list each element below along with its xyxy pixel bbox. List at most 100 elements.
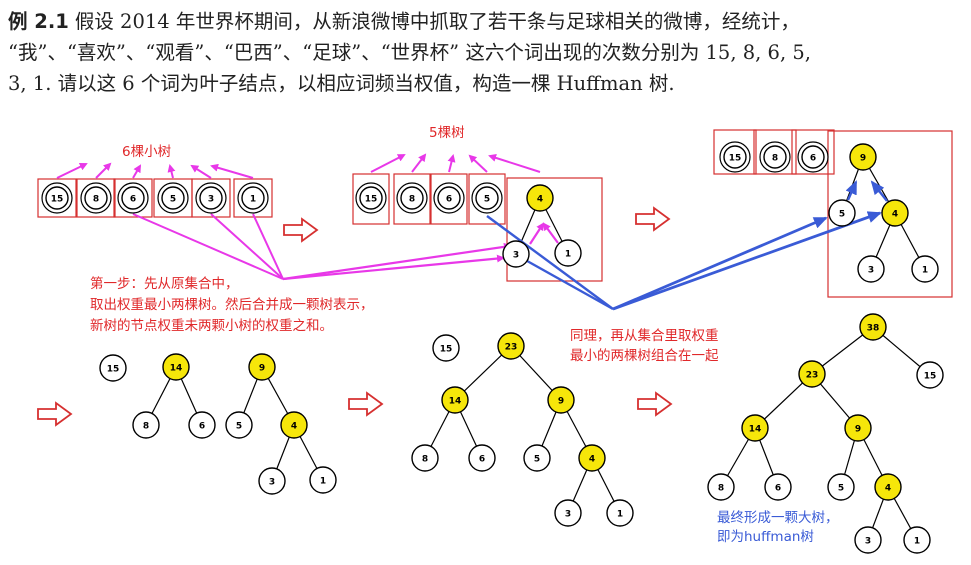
node-label: 8 bbox=[718, 484, 724, 494]
node-label: 15 bbox=[924, 372, 937, 382]
node-5: 5 bbox=[827, 473, 855, 501]
node-8: 8 bbox=[763, 145, 787, 169]
pointer-line bbox=[252, 213, 284, 280]
node-label: 38 bbox=[867, 324, 880, 334]
node-label: 14 bbox=[449, 397, 462, 407]
hollow-right-arrow bbox=[37, 401, 73, 427]
node-15: 15 bbox=[723, 145, 747, 169]
node-38: 38 bbox=[859, 313, 887, 341]
five-trees-label: 5棵树 bbox=[429, 125, 465, 141]
node-1: 1 bbox=[911, 255, 939, 283]
guide-arrow bbox=[529, 222, 545, 245]
node-label: 6 bbox=[199, 422, 205, 432]
node-14: 14 bbox=[162, 353, 190, 381]
node-6: 6 bbox=[801, 145, 825, 169]
node-label: 23 bbox=[505, 343, 518, 353]
node-label: 1 bbox=[320, 477, 326, 487]
node-15: 15 bbox=[432, 334, 460, 362]
guide-arrow bbox=[132, 164, 142, 179]
hollow-right-arrow bbox=[635, 206, 671, 232]
node-3: 3 bbox=[199, 186, 223, 210]
node-label: 5 bbox=[484, 195, 490, 205]
node-label: 6 bbox=[479, 455, 485, 465]
node-3: 3 bbox=[502, 240, 530, 268]
step1-line-3: 新树的节点权重未两颗小树的权重之和。 bbox=[90, 318, 333, 334]
node-label: 4 bbox=[885, 484, 891, 494]
guide-arrow bbox=[447, 154, 456, 173]
node-5: 5 bbox=[523, 444, 551, 472]
guide-arrow bbox=[56, 163, 88, 179]
guide-arrow bbox=[488, 154, 541, 173]
node-label: 8 bbox=[143, 422, 149, 432]
node-label: 3 bbox=[868, 266, 874, 276]
node-23: 23 bbox=[497, 332, 525, 360]
node-label: 1 bbox=[617, 510, 623, 520]
node-15: 15 bbox=[45, 186, 69, 210]
node-8: 8 bbox=[707, 473, 735, 501]
guide-arrow bbox=[370, 154, 406, 173]
node-label: 9 bbox=[259, 364, 265, 374]
hollow-right-arrow bbox=[348, 391, 384, 417]
node-14: 14 bbox=[441, 386, 469, 414]
node-label: 9 bbox=[855, 425, 861, 435]
final-line-2: 即为huffman树 bbox=[717, 529, 814, 545]
node-label: 8 bbox=[422, 455, 428, 465]
node-9: 9 bbox=[547, 386, 575, 414]
guide-arrow bbox=[95, 162, 112, 179]
node-15: 15 bbox=[916, 361, 944, 389]
node-label: 15 bbox=[365, 195, 378, 205]
node-1: 1 bbox=[903, 526, 931, 554]
node-23: 23 bbox=[798, 360, 826, 388]
node-label: 5 bbox=[534, 455, 540, 465]
node-15: 15 bbox=[359, 186, 383, 210]
node-8: 8 bbox=[400, 186, 424, 210]
node-label: 4 bbox=[892, 210, 898, 220]
node-label: 5 bbox=[170, 195, 176, 205]
node-label: 1 bbox=[250, 195, 256, 205]
node-label: 9 bbox=[558, 397, 564, 407]
node-5: 5 bbox=[225, 411, 253, 439]
node-3: 3 bbox=[554, 499, 582, 527]
node-6: 6 bbox=[121, 186, 145, 210]
repeat-line-1: 同理，再从集合里取权重 bbox=[570, 328, 719, 344]
node-14: 14 bbox=[741, 414, 769, 442]
node-label: 1 bbox=[922, 266, 928, 276]
node-5: 5 bbox=[161, 186, 185, 210]
node-label: 9 bbox=[860, 154, 866, 164]
pointer-line bbox=[132, 213, 284, 280]
guide-arrow bbox=[468, 154, 488, 173]
repeat-line-2: 最小的两棵树组合在一起 bbox=[570, 348, 719, 364]
node-label: 8 bbox=[772, 154, 778, 164]
node-label: 4 bbox=[589, 455, 595, 465]
node-label: 8 bbox=[409, 195, 415, 205]
node-label: 23 bbox=[806, 371, 819, 381]
node-8: 8 bbox=[84, 186, 108, 210]
hollow-right-arrow bbox=[637, 391, 673, 417]
step1-line-2: 取出权重最小两棵树。然后合并成一颗树表示， bbox=[90, 297, 374, 313]
node-label: 15 bbox=[440, 345, 453, 355]
node-9: 9 bbox=[248, 353, 276, 381]
step1-line-1: 第一步：先从原集合中， bbox=[90, 276, 239, 292]
final-line-1: 最终形成一颗大树， bbox=[717, 510, 839, 526]
node-4: 4 bbox=[526, 184, 554, 212]
node-1: 1 bbox=[309, 466, 337, 494]
node-9: 9 bbox=[844, 414, 872, 442]
six-trees-label: 6棵小树 bbox=[122, 144, 172, 160]
node-label: 5 bbox=[236, 422, 242, 432]
node-label: 15 bbox=[729, 154, 742, 164]
node-label: 14 bbox=[170, 364, 183, 374]
node-1: 1 bbox=[606, 499, 634, 527]
node-label: 3 bbox=[269, 478, 275, 488]
node-3: 3 bbox=[258, 467, 286, 495]
node-3: 3 bbox=[857, 255, 885, 283]
node-label: 3 bbox=[208, 195, 214, 205]
tree-nodes: 15 8 6 5 3 1 15 8 6 5 43 115 8 6 95 43 115 148 695 43 115 231… bbox=[41, 141, 944, 554]
node-4: 4 bbox=[578, 444, 606, 472]
node-4: 4 bbox=[874, 473, 902, 501]
node-4: 4 bbox=[881, 199, 909, 227]
node-label: 5 bbox=[839, 210, 845, 220]
node-label: 5 bbox=[838, 484, 844, 494]
guide-arrow bbox=[411, 153, 427, 173]
hollow-right-arrow bbox=[283, 217, 319, 243]
node-3: 3 bbox=[854, 526, 882, 554]
